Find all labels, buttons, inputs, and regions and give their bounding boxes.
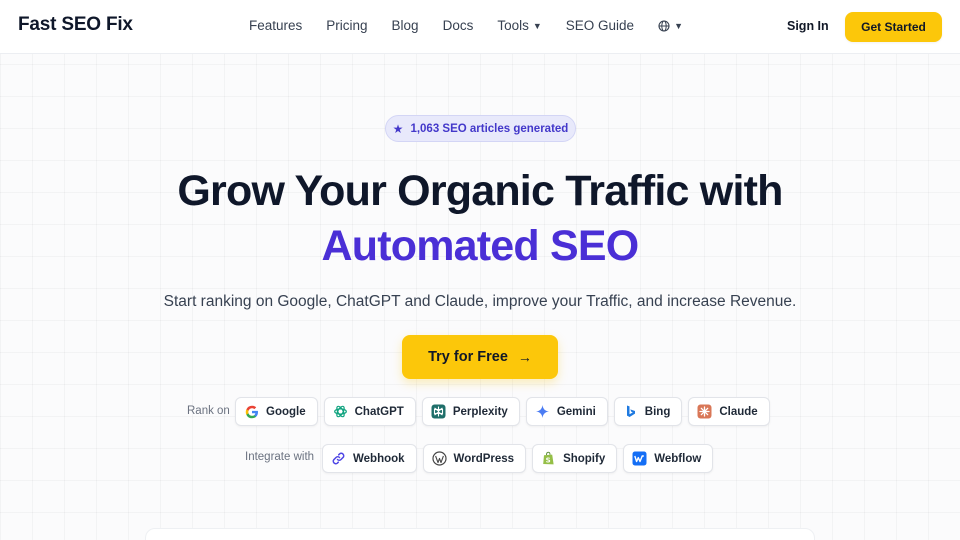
link-icon — [331, 451, 346, 466]
nav-link-features[interactable]: Features — [249, 18, 302, 33]
chip-label: Gemini — [556, 405, 596, 418]
globe-icon — [658, 19, 670, 32]
hero-headline: Grow Your Organic Traffic with — [177, 167, 783, 215]
integrate-with-label: Integrate with — [245, 451, 315, 463]
star-icon: ★ — [392, 121, 404, 136]
chip-label: Bing — [644, 405, 671, 418]
cta-label: Try for Free — [428, 349, 508, 365]
hero-subtext: Start ranking on Google, ChatGPT and Cla… — [163, 293, 797, 310]
nav-link-tools-label: Tools — [497, 18, 529, 33]
top-navbar: Fast SEO Fix Features Pricing Blog Docs … — [0, 0, 960, 54]
chip-webhook[interactable]: Webhook — [322, 444, 417, 473]
webflow-icon — [632, 451, 647, 466]
chip-bing[interactable]: Bing — [613, 397, 683, 426]
chip-label: Claude — [719, 405, 758, 418]
chip-label: WordPress — [453, 452, 515, 465]
wordpress-icon — [431, 451, 447, 466]
nav-link-blog[interactable]: Blog — [392, 18, 419, 33]
chip-label: Webhook — [353, 452, 405, 465]
shopify-icon: S — [541, 451, 556, 466]
chip-google[interactable]: Google — [235, 397, 318, 426]
chevron-down-icon: ▼ — [532, 21, 542, 31]
hero-headline-highlight: Automated SEO — [321, 222, 640, 270]
bing-icon — [623, 404, 638, 419]
gemini-icon — [535, 404, 550, 419]
nav-link-tools[interactable]: Tools ▼ — [497, 18, 541, 33]
chevron-down-icon: ▼ — [674, 20, 683, 31]
chip-perplexity[interactable]: Perplexity — [421, 397, 520, 426]
chip-shopify[interactable]: S Shopify — [532, 444, 618, 473]
chip-claude[interactable]: Claude — [688, 397, 770, 426]
rank-on-label: Rank on — [187, 405, 230, 417]
chip-webflow[interactable]: Webflow — [623, 444, 714, 473]
google-icon — [244, 404, 259, 419]
chip-label: Google — [266, 405, 306, 418]
arrow-right-icon: → — [517, 349, 532, 365]
chip-label: Shopify — [563, 452, 606, 465]
nav-links: Features Pricing Blog Docs Tools ▼ SEO Gu… — [249, 18, 683, 33]
nav-link-seo-guide[interactable]: SEO Guide — [566, 18, 634, 33]
articles-count-badge: ★ 1,063 SEO articles generated — [385, 115, 576, 142]
preview-card — [145, 528, 815, 540]
perplexity-icon — [431, 404, 446, 419]
svg-text:S: S — [546, 457, 551, 465]
language-selector[interactable]: ▼ — [658, 19, 683, 32]
get-started-button[interactable]: Get Started — [845, 12, 942, 42]
chip-gemini[interactable]: Gemini — [525, 397, 608, 426]
sign-in-link[interactable]: Sign In — [787, 19, 829, 33]
chip-label: Webflow — [654, 452, 702, 465]
chip-label: ChatGPT — [354, 405, 404, 418]
try-for-free-button[interactable]: Try for Free → — [402, 335, 558, 379]
chip-label: Perplexity — [452, 405, 508, 418]
claude-icon — [697, 404, 712, 419]
nav-link-docs[interactable]: Docs — [443, 18, 474, 33]
rank-on-chips: Google ChatGPT Perplexity Gemini Bing Cl… — [235, 397, 770, 426]
badge-text: 1,063 SEO articles generated — [410, 122, 569, 135]
integrate-with-chips: Webhook WordPress S Shopify Webflow — [322, 444, 714, 473]
brand-logo[interactable]: Fast SEO Fix — [18, 14, 133, 36]
chatgpt-icon — [333, 404, 348, 419]
chip-wordpress[interactable]: WordPress — [422, 444, 527, 473]
chip-chatgpt[interactable]: ChatGPT — [323, 397, 416, 426]
nav-link-pricing[interactable]: Pricing — [326, 18, 367, 33]
